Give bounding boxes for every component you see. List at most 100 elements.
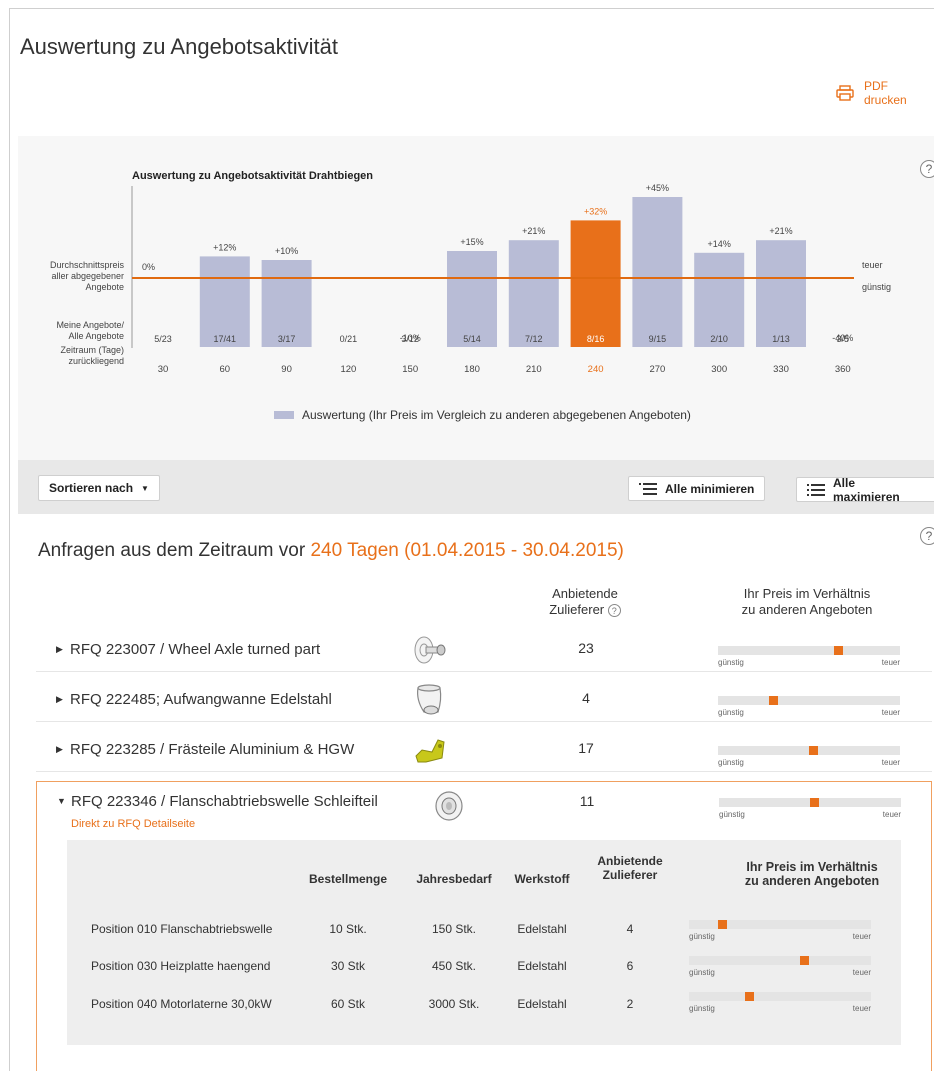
x-tick-label: 360	[835, 364, 851, 375]
legend-label: Auswertung (Ihr Preis im Vergleich zu an…	[302, 408, 691, 422]
gauge-low-label: günstig	[718, 658, 744, 667]
gauge-marker	[799, 956, 809, 965]
rfq-row[interactable]: ▶ RFQ 223285 / Frästeile Aluminium & HGW…	[36, 730, 932, 772]
position-qty: 30 Stk	[330, 959, 366, 973]
pdf-print-button[interactable]: PDF drucken	[836, 79, 934, 107]
x-tick-label: 330	[773, 364, 789, 375]
minimize-all-label: Alle minimieren	[665, 481, 755, 496]
supplier-count: 4	[582, 690, 590, 706]
rfq-name[interactable]: RFQ 223346 / Flanschabtriebswelle Schlei…	[71, 793, 378, 810]
chart-panel: Auswertung zu Angebotsaktivität Drahtbie…	[18, 136, 934, 460]
suppliers-help-icon[interactable]: ?	[607, 604, 621, 618]
offer-ratio-label: 3/12	[401, 334, 419, 344]
price-gauge: günstig teuer	[689, 956, 871, 977]
rfq-name[interactable]: RFQ 223285 / Frästeile Aluminium & HGW	[70, 741, 354, 758]
x-tick-label: 150	[402, 364, 418, 375]
caret-down-icon[interactable]: ▼	[57, 796, 66, 806]
section-title: Anfragen aus dem Zeitraum vor 240 Tagen …	[38, 540, 624, 562]
chart-bar	[756, 240, 806, 347]
supplier-count: 11	[579, 793, 595, 809]
position-name: Position 040 Motorlaterne 30,0kW	[91, 997, 272, 1011]
rfq-name[interactable]: RFQ 223007 / Wheel Axle turned part	[70, 641, 320, 658]
pdf-print-label: PDF drucken	[864, 79, 907, 107]
caret-right-icon[interactable]: ▶	[56, 694, 63, 705]
col-header-price-line2: zu anderen Angeboten	[744, 874, 880, 888]
col-header-suppliers-line1: Anbietende	[552, 586, 618, 601]
maximize-all-label: Alle maximieren	[833, 475, 900, 504]
position-name: Position 010 Flanschabtriebswelle	[91, 922, 273, 936]
gauge-marker	[809, 798, 819, 807]
positions-table: Bestellmenge Jahresbedarf Werkstoff Anbi…	[67, 840, 901, 1045]
offer-ratio-label: 3/5	[837, 334, 850, 344]
gauge-marker	[717, 920, 727, 929]
offer-ratio-label: 2/10	[710, 334, 728, 344]
rfq-row-expanded[interactable]: ▼ RFQ 223346 / Flanschabtriebswelle Schl…	[36, 781, 932, 1071]
gauge-low-label: günstig	[719, 810, 745, 819]
offer-ratio-label: 5/23	[154, 334, 172, 344]
gauge-marker	[834, 646, 844, 655]
position-qty: 10 Stk.	[329, 922, 367, 936]
rfq-detail-link[interactable]: Direkt zu RFQ Detailseite	[71, 818, 195, 830]
gauge-high-label: teuer	[881, 758, 900, 767]
rfq-name[interactable]: RFQ 222485; Aufwangwanne Edelstahl	[70, 691, 332, 708]
chart-bar	[632, 197, 683, 347]
chevron-down-icon: ▼	[141, 483, 149, 493]
col-header-price-line2: zu anderen Angeboten	[741, 602, 873, 617]
x-tick-label: 60	[220, 364, 231, 375]
col-header-qty: Bestellmenge	[308, 872, 388, 886]
gauge-track	[719, 798, 901, 807]
gauge-track	[689, 956, 871, 965]
position-material: Edelstahl	[517, 997, 567, 1011]
x-row-label: Zeitraum (Tage)	[60, 345, 124, 355]
position-material: Edelstahl	[517, 959, 567, 973]
col-header-suppliers: Anbietende Zulieferer ?	[540, 586, 630, 618]
col-header-suppliers: Anbietende Zulieferer	[585, 854, 675, 882]
caret-right-icon[interactable]: ▶	[56, 744, 63, 755]
offer-ratio-label: 1/13	[772, 334, 790, 344]
gauge-high-label: teuer	[881, 708, 900, 717]
chart-bar	[570, 220, 621, 347]
gauge-low-label: günstig	[718, 708, 744, 717]
bar-value-label: +21%	[522, 226, 545, 236]
list-icon	[807, 483, 825, 496]
rfq-row[interactable]: ▶ RFQ 222485; Aufwangwanne Edelstahl 4 g…	[36, 680, 932, 722]
offer-ratio-label: 5/14	[463, 334, 481, 344]
gauge-marker	[808, 746, 818, 755]
supplier-count: 23	[578, 640, 594, 656]
sort-dropdown[interactable]: Sortieren nach ▼	[38, 475, 160, 501]
flange-shaft-thumbnail-icon	[435, 791, 463, 821]
minimize-all-button[interactable]: Alle minimieren	[628, 476, 766, 501]
x-tick-label: 30	[158, 364, 169, 375]
supplier-count: 17	[578, 740, 594, 756]
rfq-row[interactable]: ▶ RFQ 223007 / Wheel Axle turned part 23…	[36, 630, 932, 672]
sort-label: Sortieren nach	[49, 481, 134, 495]
offer-ratio-label: 9/15	[649, 334, 667, 344]
page-title: Auswertung zu Angebotsaktivität	[20, 34, 338, 59]
section-help-icon[interactable]: ?	[920, 527, 934, 545]
price-gauge: günstig teuer	[719, 798, 901, 819]
gauge-track	[718, 646, 900, 655]
bar-value-label: +14%	[708, 239, 731, 249]
bar-value-label: +12%	[213, 242, 236, 252]
caret-right-icon[interactable]: ▶	[56, 644, 63, 655]
gauge-high-label: teuer	[881, 658, 900, 667]
x-tick-label: 240	[588, 364, 604, 375]
x-tick-label: 270	[649, 364, 665, 375]
col-header-annual: Jahresbedarf	[416, 872, 492, 886]
gauge-low-label: günstig	[689, 932, 715, 941]
chart-help-icon[interactable]: ?	[920, 160, 934, 178]
ratio-row-label: Meine Angebote/	[56, 320, 124, 330]
printer-icon	[836, 85, 854, 101]
x-tick-label: 90	[281, 364, 292, 375]
bar-value-label: +21%	[769, 226, 792, 236]
x-tick-label: 120	[340, 364, 356, 375]
x-row-label: zurückliegend	[68, 356, 124, 366]
position-suppliers: 2	[626, 997, 634, 1011]
gauge-high-label: teuer	[852, 1004, 871, 1013]
offer-ratio-label: 7/12	[525, 334, 543, 344]
chart-bar	[508, 240, 559, 347]
bar-value-label: +45%	[646, 183, 669, 193]
maximize-all-button[interactable]: Alle maximieren	[796, 475, 934, 504]
col-header-price: Ihr Preis im Verhältnis zu anderen Angeb…	[707, 860, 917, 888]
collapse-list-icon	[639, 482, 657, 495]
